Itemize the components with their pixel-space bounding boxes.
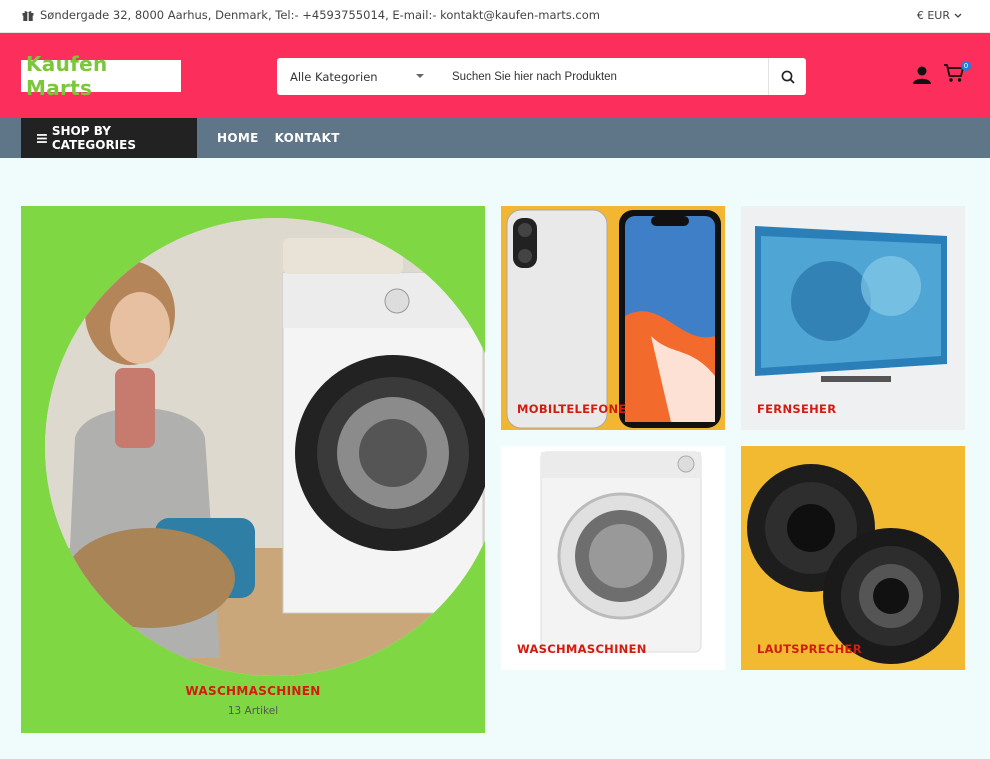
nav-menu: HOME KONTAKT xyxy=(217,131,340,145)
contact-info: Søndergade 32, 8000 Aarhus, Denmark, Tel… xyxy=(22,8,600,22)
shop-by-categories-label: SHOP BY CATEGORIES xyxy=(51,124,136,152)
search-bar: Alle Kategorien xyxy=(277,58,806,95)
iphone-photo xyxy=(501,206,725,430)
category-select[interactable]: Alle Kategorien xyxy=(277,58,437,95)
nav-item-home[interactable]: HOME xyxy=(217,131,259,145)
address-text: Søndergade 32, 8000 Aarhus, Denmark, Tel… xyxy=(40,8,600,22)
logo-text: Kaufen Marts xyxy=(26,52,108,100)
banner-item-count: 13 Artikel xyxy=(227,705,279,717)
speaker-photo xyxy=(741,446,965,670)
search-button[interactable] xyxy=(768,58,806,95)
banner-title: WASCHMASCHINEN xyxy=(185,684,321,698)
caret-down-icon xyxy=(416,74,424,78)
tile-label: FERNSEHER xyxy=(757,402,837,416)
search-icon xyxy=(781,70,795,84)
shop-by-categories-button[interactable]: SHOP BY CATEGORIES xyxy=(21,118,197,158)
hamburger-menu-icon xyxy=(37,133,47,143)
washing-machine-photo xyxy=(501,446,725,670)
washing-machine-photo xyxy=(45,218,485,676)
main-header: Kaufen Marts Alle Kategorien 0 xyxy=(0,33,990,118)
nav-item-kontakt[interactable]: KONTAKT xyxy=(275,131,340,145)
user-account-icon[interactable] xyxy=(912,65,932,85)
tile-label: WASCHMASCHINEN xyxy=(517,642,647,656)
currency-selector[interactable]: € EUR xyxy=(917,9,962,22)
banner-waschmaschinen-main[interactable]: WASCHMASCHINEN 13 Artikel xyxy=(21,206,485,733)
currency-label: € EUR xyxy=(916,9,950,22)
television-photo xyxy=(741,206,965,430)
search-input[interactable] xyxy=(437,58,768,95)
banner-mobiltelefone[interactable]: MOBILTELEFONE xyxy=(501,206,725,430)
tile-label: LAUTSPRECHER xyxy=(757,642,862,656)
main-navigation: SHOP BY CATEGORIES HOME KONTAKT xyxy=(0,118,990,158)
banner-lautsprecher[interactable]: LAUTSPRECHER xyxy=(741,446,965,670)
cart-count-badge: 0 xyxy=(961,61,971,71)
tile-label: MOBILTELEFONE xyxy=(517,402,627,416)
category-select-label: Alle Kategorien xyxy=(290,69,378,84)
banner-waschmaschinen[interactable]: WASCHMASCHINEN xyxy=(501,446,725,670)
top-bar: Søndergade 32, 8000 Aarhus, Denmark, Tel… xyxy=(0,0,990,33)
banner-fernseher[interactable]: FERNSEHER xyxy=(741,206,965,430)
site-logo[interactable]: Kaufen Marts xyxy=(21,52,181,100)
cart-button[interactable]: 0 xyxy=(943,61,971,85)
gift-icon xyxy=(22,10,34,21)
chevron-down-icon xyxy=(954,13,962,18)
